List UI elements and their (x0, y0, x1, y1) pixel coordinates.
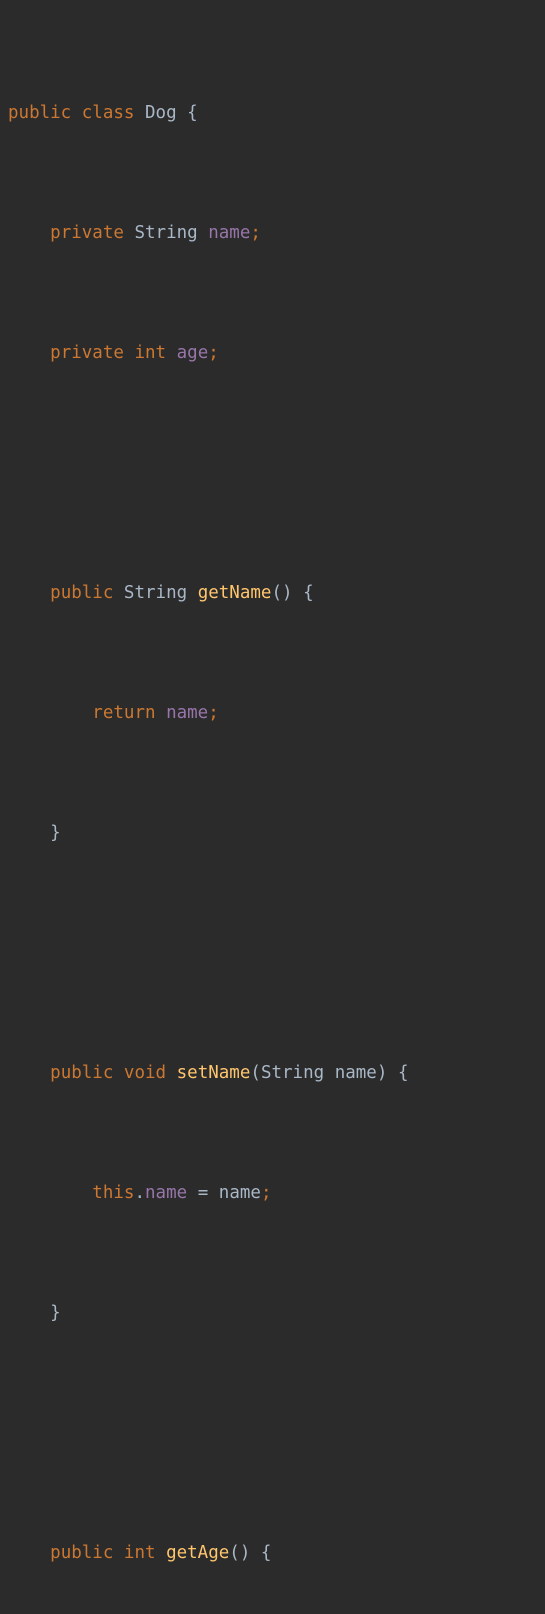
code-line-10: this.name = name; (8, 1178, 545, 1208)
keyword-this: this (92, 1183, 135, 1203)
semicolon: ; (208, 703, 219, 723)
return-type-int: int (123, 1543, 156, 1563)
semicolon: ; (260, 1183, 272, 1203)
assign-operator: = (197, 1183, 209, 1203)
method-getage: getAge (166, 1543, 230, 1563)
field-name: name (166, 703, 209, 723)
keyword-return: return (92, 703, 156, 723)
method-getname: getName (197, 583, 272, 603)
brace-close: } (50, 1303, 61, 1323)
keyword-void: void (123, 1063, 167, 1083)
field-name: name (208, 223, 251, 243)
code-line-8-blank (8, 938, 545, 968)
field-name: name (145, 1183, 188, 1203)
keyword-public: public (50, 1063, 114, 1083)
brace-open: { (397, 1063, 409, 1083)
param-type-string: String (260, 1063, 325, 1083)
keyword-class: class (81, 103, 135, 123)
paren-open: ( (250, 1063, 261, 1083)
code-line-9: public void setName(String name) { (8, 1058, 545, 1088)
code-line-3: private int age; (8, 338, 545, 368)
class-name-dog: Dog (145, 103, 177, 123)
code-line-7: } (8, 818, 545, 848)
parens: () (271, 583, 293, 603)
code-line-12-blank (8, 1418, 545, 1448)
keyword-public: public (50, 1543, 114, 1563)
brace-close: } (50, 823, 61, 843)
brace-open: { (260, 1543, 272, 1563)
dot-operator: . (134, 1183, 145, 1203)
method-setname: setName (176, 1063, 251, 1083)
code-line-4-blank (8, 458, 545, 488)
keyword-public: public (8, 103, 72, 123)
code-line-2: private String name; (8, 218, 545, 248)
field-age: age (176, 343, 209, 363)
keyword-private: private (50, 343, 124, 363)
code-line-1: public class Dog { (8, 98, 545, 128)
keyword-private: private (50, 223, 124, 243)
code-line-11: } (8, 1298, 545, 1328)
brace-open: { (303, 583, 314, 603)
type-int: int (134, 343, 167, 363)
code-line-6: return name; (8, 698, 545, 728)
semicolon: ; (208, 343, 219, 363)
parens: () (229, 1543, 251, 1563)
code-line-13: public int getAge() { (8, 1538, 545, 1568)
semicolon: ; (250, 223, 261, 243)
type-string: String (134, 223, 198, 243)
return-type-string: String (123, 583, 188, 603)
paren-close: ) (376, 1063, 388, 1083)
code-editor-viewport[interactable]: public class Dog { private String name; … (0, 0, 545, 1563)
brace-open: { (187, 103, 198, 123)
code-line-5: public String getName() { (8, 578, 545, 608)
param-name: name (334, 1063, 377, 1083)
keyword-public: public (50, 583, 114, 603)
param-name: name (218, 1183, 261, 1203)
